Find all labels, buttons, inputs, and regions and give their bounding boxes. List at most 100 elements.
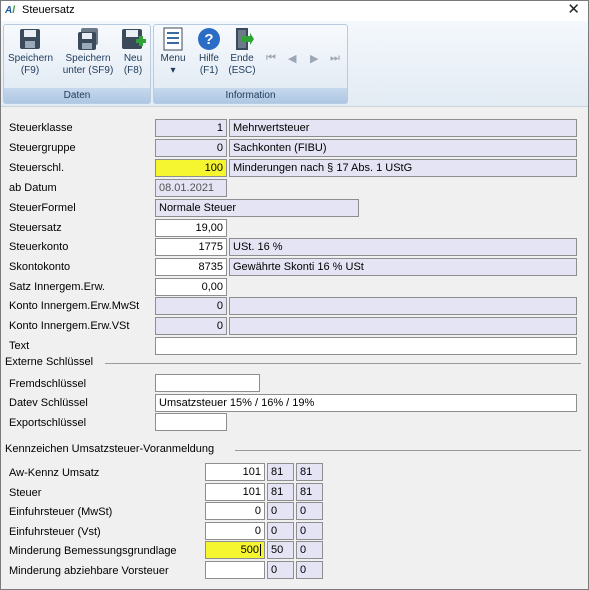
steuergruppe-desc: Sachkonten (FIBU) [229, 139, 577, 157]
aw-kennz-umsatz-field[interactable]: 101 [205, 463, 265, 481]
nav-prev-icon[interactable]: ◀ [288, 52, 296, 65]
menu-button[interactable]: Menu ▾ [158, 27, 188, 77]
new-button-label-1: Neu [123, 53, 143, 64]
minderung-vorsteuer-field[interactable] [205, 561, 265, 579]
steuer-kennz-field[interactable]: 101 [205, 483, 265, 501]
aw-kennz-umsatz-label: Aw-Kennz Umsatz [9, 467, 100, 479]
skontokonto-field[interactable]: 8735 [155, 258, 227, 276]
einfuhrsteuer-vst-code-2: 0 [296, 522, 323, 540]
skontokonto-label: Skontokonto [9, 261, 71, 273]
title-bar: Al Steuersatz ✕ [1, 1, 588, 21]
konto-innergem-vst-desc [229, 317, 577, 335]
einfuhrsteuer-vst-field[interactable]: 0 [205, 522, 265, 540]
ribbon-group-daten: Speichern (F9) Speichern unter (SF9) Neu… [3, 24, 151, 104]
minderung-vorsteuer-label: Minderung abziehbare Vorsteuer [9, 565, 169, 577]
steuersatz-label: Steuersatz [9, 222, 62, 234]
ribbon-group-information: Menu ▾ ? Hilfe (F1) Ende (ESC) ⏮ ◀ ▶ ⏭ I… [153, 24, 348, 104]
konto-innergem-mwst-label: Konto Innergem.Erw.MwSt [9, 300, 140, 312]
new-button[interactable]: Neu (F8) [118, 27, 148, 77]
help-button-label-2: (F1) [199, 65, 219, 76]
kennzeichen-uva-heading: Kennzeichen Umsatzsteuer-Voranmeldung [5, 443, 215, 455]
fremdschluessel-field[interactable] [155, 374, 260, 392]
steuerformel-label: SteuerFormel [9, 202, 76, 214]
ribbon-group-information-label: Information [154, 88, 347, 103]
minderung-bemessung-label: Minderung Bemessungsgrundlage [9, 545, 177, 557]
help-question-icon: ? [198, 28, 220, 50]
datev-schluessel-label: Datev Schlüssel [9, 397, 88, 409]
datev-schluessel-field[interactable]: Umsatzsteuer 15% / 16% / 19% [155, 394, 577, 412]
steuersatz-form: Steuerklasse 1 Mehrwertsteuer Steuergrup… [1, 107, 588, 589]
einfuhrsteuer-mwst-code-1: 0 [267, 502, 294, 520]
steuerkonto-label: Steuerkonto [9, 241, 69, 253]
text-field[interactable] [155, 337, 577, 355]
nav-first-icon[interactable]: ⏮ [266, 52, 276, 65]
steuergruppe-field[interactable]: 0 [155, 139, 227, 157]
help-button[interactable]: ? Hilfe (F1) [194, 27, 224, 77]
konto-innergem-mwst-desc [229, 297, 577, 315]
close-button[interactable]: ✕ [567, 2, 580, 18]
exportschluessel-label: Exportschlüssel [9, 417, 87, 429]
fremdschluessel-label: Fremdschlüssel [9, 378, 87, 390]
steuer-kennz-code-2: 81 [296, 483, 323, 501]
steuergruppe-label: Steuergruppe [9, 142, 76, 154]
window-title: Steuersatz [22, 4, 75, 16]
externe-schluessel-heading: Externe Schlüssel [5, 356, 94, 368]
skontokonto-desc: Gewährte Skonti 16 % USt [229, 258, 577, 276]
konto-innergem-vst-label: Konto Innergem.Erw.VSt [9, 320, 130, 332]
steuerformel-field[interactable]: Normale Steuer [155, 199, 359, 217]
nav-next-icon[interactable]: ▶ [310, 52, 318, 65]
steuerkonto-desc: USt. 16 % [229, 238, 577, 256]
nav-last-icon[interactable]: ⏭ [330, 52, 340, 65]
ribbon-toolbar: Speichern (F9) Speichern unter (SF9) Neu… [1, 21, 588, 107]
einfuhrsteuer-vst-label: Einfuhrsteuer (Vst) [9, 526, 101, 538]
konto-innergem-mwst-field[interactable]: 0 [155, 297, 227, 315]
steuerschl-desc: Minderungen nach § 17 Abs. 1 UStG [229, 159, 577, 177]
save-button-label-1: Speichern [8, 53, 54, 64]
satz-innergem-field[interactable]: 0,00 [155, 278, 227, 296]
externe-section-divider [105, 363, 581, 364]
einfuhrsteuer-mwst-code-2: 0 [296, 502, 323, 520]
aw-kennz-umsatz-code-1: 81 [267, 463, 294, 481]
save-under-button-label-1: Speichern [65, 53, 111, 64]
floppy-disk-add-icon [122, 29, 146, 49]
ribbon-group-daten-label: Daten [4, 88, 150, 103]
steuerklasse-field[interactable]: 1 [155, 119, 227, 137]
steuerklasse-desc: Mehrwertsteuer [229, 119, 577, 137]
exportschluessel-field[interactable] [155, 413, 227, 431]
menu-dropdown-chevron: ▾ [170, 65, 176, 76]
save-under-button[interactable]: Speichern unter (SF9) [60, 27, 116, 77]
steuersatz-field[interactable]: 19,00 [155, 219, 227, 237]
new-button-label-2: (F8) [123, 65, 143, 76]
save-under-button-label-2: unter (SF9) [62, 65, 114, 76]
floppy-disk-stack-icon [78, 28, 98, 50]
kennzeichen-section-divider [235, 450, 581, 451]
konto-innergem-vst-field[interactable]: 0 [155, 317, 227, 335]
einfuhrsteuer-mwst-field[interactable]: 0 [205, 502, 265, 520]
minderung-vorsteuer-code-2: 0 [296, 561, 323, 579]
save-button-label-2: (F9) [20, 65, 40, 76]
minderung-bemessung-code-1: 50 [267, 541, 294, 559]
floppy-disk-icon [20, 29, 40, 49]
menu-button-label: Menu [160, 53, 186, 64]
app-logo-icon: Al [5, 5, 16, 16]
steuerschl-field[interactable]: 100 [155, 159, 227, 177]
minderung-bemessung-field[interactable]: 500 [205, 541, 265, 559]
text-cursor [260, 544, 261, 557]
text-label: Text [9, 340, 30, 352]
steuer-kennz-code-1: 81 [267, 483, 294, 501]
exit-button-label-2: (ESC) [228, 65, 256, 76]
save-button[interactable]: Speichern (F9) [8, 27, 54, 77]
exit-door-icon [236, 28, 254, 50]
menu-list-icon [163, 27, 183, 51]
ab-datum-field[interactable]: 08.01.2021 [155, 179, 227, 197]
minderung-vorsteuer-code-1: 0 [267, 561, 294, 579]
exit-button-label-1: Ende [230, 53, 254, 64]
steuer-kennz-label: Steuer [9, 487, 42, 499]
steuerkonto-field[interactable]: 1775 [155, 238, 227, 256]
aw-kennz-umsatz-code-2: 81 [296, 463, 323, 481]
ab-datum-label: ab Datum [9, 182, 57, 194]
minderung-bemessung-code-2: 0 [296, 541, 323, 559]
satz-innergem-label: Satz Innergem.Erw. [9, 281, 105, 293]
exit-button[interactable]: Ende (ESC) [226, 27, 258, 77]
einfuhrsteuer-mwst-label: Einfuhrsteuer (MwSt) [9, 506, 113, 518]
